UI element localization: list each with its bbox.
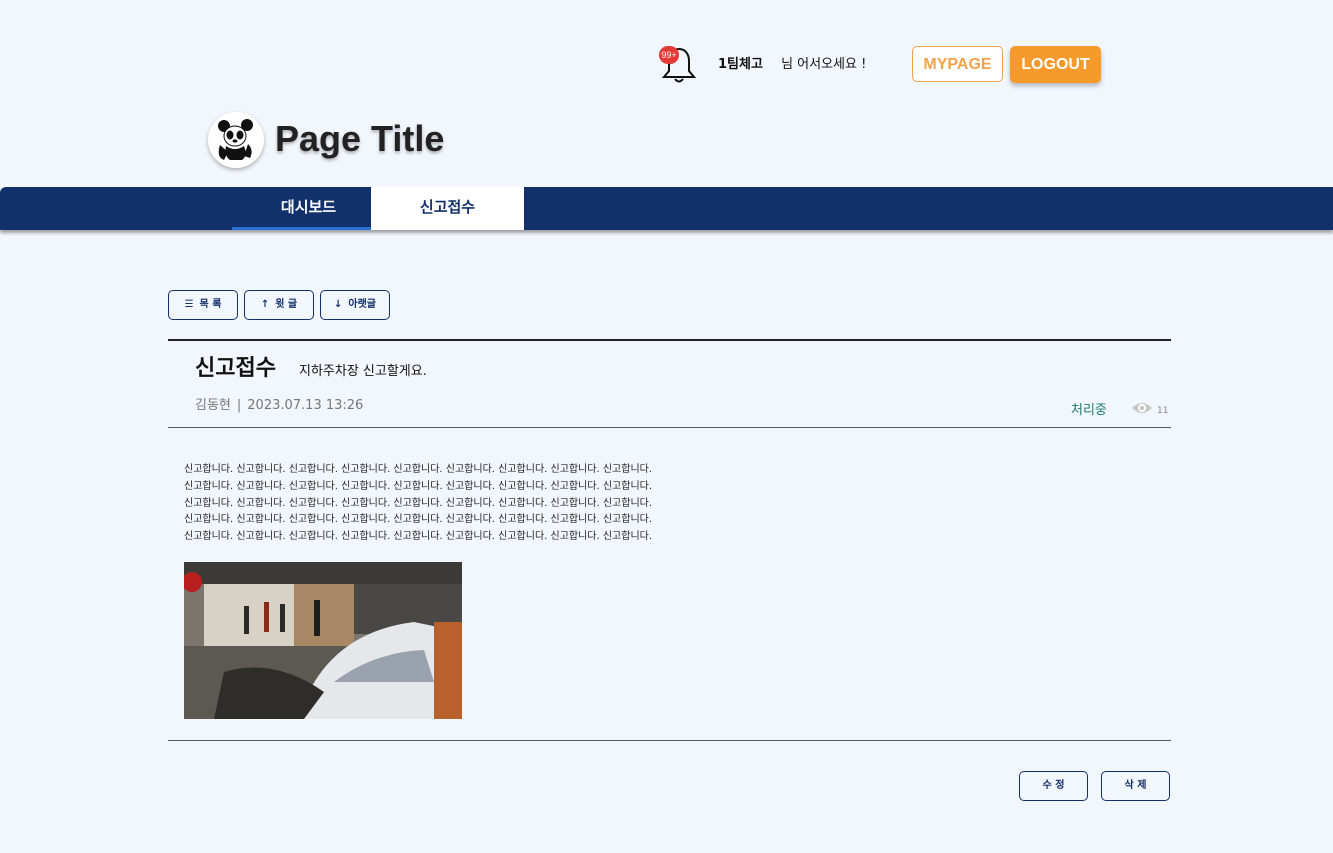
- status-badge: 처리중: [1071, 403, 1107, 418]
- main-nav: 대시보드 신고접수: [0, 187, 1333, 230]
- view-count: 11: [1157, 406, 1169, 416]
- previous-post-label: 윗 글: [275, 299, 298, 310]
- logout-button[interactable]: LOGOUT: [1010, 46, 1101, 83]
- previous-post-button[interactable]: ↑ 윗 글: [244, 290, 314, 320]
- divider: [168, 339, 1171, 341]
- meta-separator: |: [236, 398, 242, 413]
- list-button-label: 목 록: [199, 299, 222, 310]
- post-category: 신고접수: [195, 356, 276, 381]
- team-name: 1팀체고: [718, 57, 763, 72]
- next-post-button[interactable]: ↓ 아랫글: [320, 290, 390, 320]
- notification-badge: 99+: [659, 46, 679, 64]
- panda-logo-icon: [208, 112, 264, 168]
- post-body-line: 신고합니다. 신고합니다. 신고합니다. 신고합니다. 신고합니다. 신고합니다…: [184, 480, 653, 492]
- arrow-down-icon: ↓: [334, 299, 343, 310]
- arrow-up-icon: ↑: [260, 299, 270, 310]
- mypage-button[interactable]: MYPAGE: [912, 46, 1003, 82]
- user-greeting: 1팀체고 님 어서오세요 !: [718, 56, 866, 74]
- tab-report[interactable]: 신고접수: [371, 187, 524, 230]
- post-meta: 김동현 | 2023.07.13 13:26: [195, 397, 363, 415]
- divider: [168, 427, 1171, 428]
- page-title: Page Title: [275, 118, 445, 159]
- divider: [168, 740, 1171, 741]
- post-datetime: 2023.07.13 13:26: [247, 398, 364, 413]
- eye-icon: [1132, 403, 1152, 413]
- post-body-line: 신고합니다. 신고합니다. 신고합니다. 신고합니다. 신고합니다. 신고합니다…: [184, 514, 653, 526]
- post-title: 지하주차장 신고할게요.: [299, 364, 427, 379]
- post-body-line: 신고합니다. 신고합니다. 신고합니다. 신고합니다. 신고합니다. 신고합니다…: [184, 497, 653, 509]
- next-post-label: 아랫글: [348, 299, 376, 310]
- delete-button[interactable]: 삭 제: [1101, 771, 1170, 801]
- tab-dashboard[interactable]: 대시보드: [232, 187, 385, 230]
- welcome-text: 님 어서오세요 !: [781, 57, 867, 72]
- post-author: 김동현: [195, 398, 231, 413]
- attached-photo: [184, 562, 462, 719]
- post-body-line: 신고합니다. 신고합니다. 신고합니다. 신고합니다. 신고합니다. 신고합니다…: [184, 531, 653, 543]
- list-icon: ☰: [184, 299, 194, 310]
- list-button[interactable]: ☰ 목 록: [168, 290, 238, 320]
- edit-button[interactable]: 수 정: [1019, 771, 1088, 801]
- post-body-line: 신고합니다. 신고합니다. 신고합니다. 신고합니다. 신고합니다. 신고합니다…: [184, 464, 653, 475]
- post-body: 신고합니다. 신고합니다. 신고합니다. 신고합니다. 신고합니다. 신고합니다…: [184, 462, 744, 546]
